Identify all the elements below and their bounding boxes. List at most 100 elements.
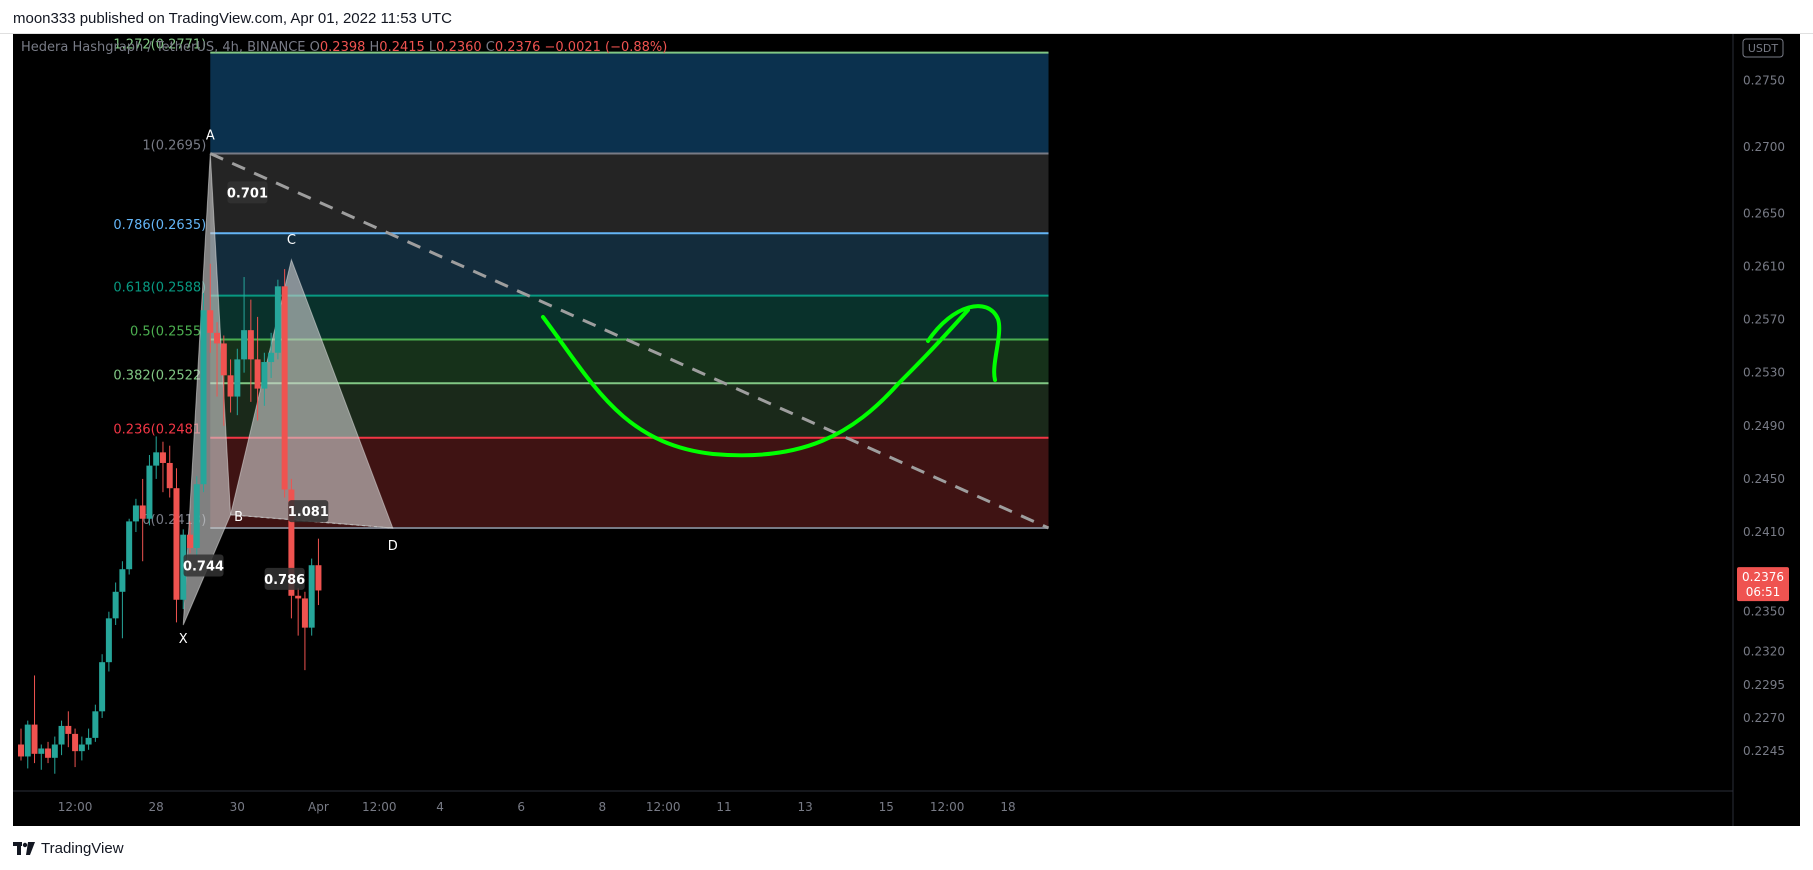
legend-part: 0.2415 [379,40,429,55]
y-tick-label: 0.2650 [1743,206,1785,220]
tradingview-logo[interactable]: TradingView [13,840,124,857]
x-tick-label: 12:00 [930,800,965,814]
x-tick-label: 28 [149,800,164,814]
candle-body [65,725,72,734]
candle-body [281,286,288,490]
candle-body [51,744,58,758]
y-tick-label: 0.2490 [1743,419,1785,433]
candle-body [308,565,315,628]
candle-body [220,343,227,376]
candle-body [227,375,234,397]
fib-level-label: 0.382(0.2522) [113,368,206,383]
candle-body [173,488,180,600]
candle-body [146,465,153,519]
y-tick-label: 0.2270 [1743,711,1785,725]
y-tick-label: 0.2295 [1743,678,1785,692]
currency-badge: USDT [1748,42,1779,55]
y-tick-label: 0.2570 [1743,313,1785,327]
fib-level-label: 0.5(0.2555) [130,324,206,339]
y-tick-label: 0.2410 [1743,525,1785,539]
legend-part: −0.0021 (−0.88%) [545,40,668,55]
candle-body [45,748,52,758]
legend-part: Hedera Hashgraph / TetherUS, 4h, BINANCE [21,40,310,55]
x-tick-label: 13 [798,800,813,814]
x-tick-label: 15 [879,800,894,814]
candle-body [126,521,133,570]
candle-body [119,569,126,592]
footer: TradingView [0,826,1813,870]
x-tick-label: 4 [436,800,444,814]
candle-body [207,310,214,333]
harmonic-point-label: B [234,510,243,525]
candle-body [132,505,139,522]
x-tick-label: 11 [716,800,731,814]
x-tick-label: 12:00 [646,800,681,814]
fib-level-label: 1(0.2695) [142,139,206,154]
candle-body [112,591,119,619]
x-tick-label: 30 [230,800,245,814]
candle-body [241,330,248,360]
symbol-legend: Hedera Hashgraph / TetherUS, 4h, BINANCE… [21,40,667,55]
fib-zone [210,153,1049,234]
candle-body [193,484,200,548]
legend-part: O [310,40,320,55]
y-tick-label: 0.2350 [1743,605,1785,619]
candle-body [274,286,281,353]
candle-body [31,724,38,754]
legend-part: 0.2360 [436,40,486,55]
candle-body [105,618,112,663]
legend-part: 0.2376 [495,40,545,55]
candle-body [247,330,254,360]
candle-body [166,462,173,489]
candle-body [268,352,275,363]
fib-level-label: 0.236(0.2481) [113,423,206,438]
tradingview-logo-icon [13,841,35,855]
candle-body [92,711,99,738]
candle-body [261,362,268,389]
candle-body [187,534,193,548]
harmonic-point-label: X [179,632,188,647]
x-tick-label: 12:00 [362,800,397,814]
harmonic-point-label: A [206,129,215,144]
publish-bar: moon333 published on TradingView.com, Ap… [0,0,1813,34]
ratio-label: 0.786 [264,573,305,588]
candle-body [153,452,160,466]
ratio-label: 0.701 [227,186,268,201]
candle-body [58,725,65,745]
chart-area[interactable]: 1.272(0.2771) 1(0.2695) 0.786(0.2635) 0.618… [13,34,1800,826]
x-tick-label: Apr [308,800,329,814]
published-info: moon333 published on TradingView.com, Ap… [13,10,452,27]
candle-body [234,359,241,397]
y-tick-label: 0.2245 [1743,744,1785,758]
candle-body [139,505,146,519]
fib-level-label: 0.618(0.2588) [113,281,206,296]
fib-zone [210,295,1049,340]
candle-body [38,748,45,754]
candle-body [315,565,322,591]
ratio-label: 1.081 [288,505,329,520]
harmonic-point-label: C [287,233,296,248]
x-tick-label: 6 [517,800,525,814]
candle-body [295,595,302,599]
candle-body [72,733,79,752]
x-tick-label: 18 [1000,800,1015,814]
candle-body [159,452,166,463]
legend-part: C [486,40,495,55]
last-price-value: 0.2376 [1742,570,1784,584]
x-tick-label: 12:00 [58,800,93,814]
fib-zone [210,233,1049,296]
candle-body [200,310,207,485]
legend-part: 0.2398 [320,40,370,55]
harmonic-point-label: D [388,539,398,554]
candle-body [85,737,92,745]
candle-body [24,724,31,757]
candle-body [214,332,221,344]
y-tick-label: 0.2320 [1743,645,1785,659]
candle-body [78,744,85,752]
candle-body [99,662,106,712]
ratio-label: 0.744 [183,560,224,575]
price-chart[interactable]: 1.272(0.2771)1(0.2695)0.786(0.2635)0.618… [13,34,1800,826]
legend-part: H [370,40,380,55]
y-tick-label: 0.2700 [1743,140,1785,154]
tradingview-logo-text: TradingView [41,840,124,857]
